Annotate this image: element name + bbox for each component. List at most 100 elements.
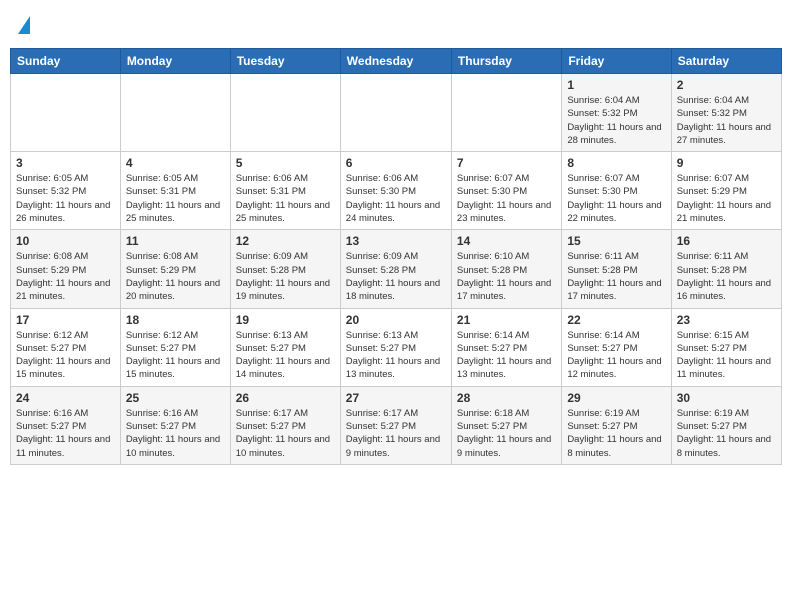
day-number: 21	[457, 313, 556, 327]
day-info: Sunrise: 6:19 AMSunset: 5:27 PMDaylight:…	[677, 407, 776, 460]
day-number: 17	[16, 313, 115, 327]
calendar-cell: 1 Sunrise: 6:04 AMSunset: 5:32 PMDaylight…	[562, 74, 671, 152]
day-number: 24	[16, 391, 115, 405]
day-number: 1	[567, 78, 665, 92]
calendar-cell: 29Sunrise: 6:19 AMSunset: 5:27 PMDayligh…	[562, 386, 671, 464]
day-number: 2	[677, 78, 776, 92]
day-info: Sunrise: 6:04 AMSunset: 5:32 PMDaylight:…	[567, 94, 665, 147]
calendar-week-row: 24 Sunrise: 6:16 AMSunset: 5:27 PMDayligh…	[11, 386, 782, 464]
calendar-cell: 13Sunrise: 6:09 AMSunset: 5:28 PMDayligh…	[340, 230, 451, 308]
weekday-header: Monday	[120, 49, 230, 74]
calendar-cell: 5 Sunrise: 6:06 AMSunset: 5:31 PMDaylight…	[230, 152, 340, 230]
day-number: 20	[346, 313, 446, 327]
day-info: Sunrise: 6:13 AMSunset: 5:27 PMDaylight:…	[346, 329, 446, 382]
day-number: 4	[126, 156, 225, 170]
calendar-cell: 22 Sunrise: 6:14 AMSunset: 5:27 PMDayligh…	[562, 308, 671, 386]
calendar-cell	[230, 74, 340, 152]
day-info: Sunrise: 6:12 AMSunset: 5:27 PMDaylight:…	[126, 329, 225, 382]
day-info: Sunrise: 6:18 AMSunset: 5:27 PMDaylight:…	[457, 407, 556, 460]
weekday-header: Sunday	[11, 49, 121, 74]
day-info: Sunrise: 6:11 AMSunset: 5:28 PMDaylight:…	[567, 250, 665, 303]
day-number: 10	[16, 234, 115, 248]
day-info: Sunrise: 6:04 AMSunset: 5:32 PMDaylight:…	[677, 94, 776, 147]
day-info: Sunrise: 6:08 AMSunset: 5:29 PMDaylight:…	[126, 250, 225, 303]
calendar-cell: 17 Sunrise: 6:12 AMSunset: 5:27 PMDayligh…	[11, 308, 121, 386]
calendar-cell: 16 Sunrise: 6:11 AMSunset: 5:28 PMDayligh…	[671, 230, 781, 308]
logo	[18, 16, 30, 36]
day-info: Sunrise: 6:16 AMSunset: 5:27 PMDaylight:…	[126, 407, 225, 460]
day-info: Sunrise: 6:17 AMSunset: 5:27 PMDaylight:…	[236, 407, 335, 460]
day-number: 11	[126, 234, 225, 248]
calendar-cell: 11 Sunrise: 6:08 AMSunset: 5:29 PMDayligh…	[120, 230, 230, 308]
day-number: 14	[457, 234, 556, 248]
day-info: Sunrise: 6:14 AMSunset: 5:27 PMDaylight:…	[457, 329, 556, 382]
day-number: 25	[126, 391, 225, 405]
day-number: 27	[346, 391, 446, 405]
calendar-cell: 2 Sunrise: 6:04 AMSunset: 5:32 PMDaylight…	[671, 74, 781, 152]
day-number: 15	[567, 234, 665, 248]
day-number: 30	[677, 391, 776, 405]
weekday-header: Friday	[562, 49, 671, 74]
day-info: Sunrise: 6:14 AMSunset: 5:27 PMDaylight:…	[567, 329, 665, 382]
calendar-cell: 19 Sunrise: 6:13 AMSunset: 5:27 PMDayligh…	[230, 308, 340, 386]
calendar-week-row: 17 Sunrise: 6:12 AMSunset: 5:27 PMDayligh…	[11, 308, 782, 386]
calendar-cell: 8 Sunrise: 6:07 AMSunset: 5:30 PMDaylight…	[562, 152, 671, 230]
weekday-header: Tuesday	[230, 49, 340, 74]
day-number: 13	[346, 234, 446, 248]
day-info: Sunrise: 6:13 AMSunset: 5:27 PMDaylight:…	[236, 329, 335, 382]
calendar-cell: 18 Sunrise: 6:12 AMSunset: 5:27 PMDayligh…	[120, 308, 230, 386]
calendar-week-row: 1 Sunrise: 6:04 AMSunset: 5:32 PMDaylight…	[11, 74, 782, 152]
calendar-cell: 3 Sunrise: 6:05 AMSunset: 5:32 PMDaylight…	[11, 152, 121, 230]
page-header	[10, 10, 782, 42]
day-number: 22	[567, 313, 665, 327]
calendar-cell: 21 Sunrise: 6:14 AMSunset: 5:27 PMDayligh…	[451, 308, 561, 386]
day-number: 6	[346, 156, 446, 170]
logo-triangle-icon	[18, 16, 30, 34]
calendar-cell: 6 Sunrise: 6:06 AMSunset: 5:30 PMDaylight…	[340, 152, 451, 230]
calendar-cell: 28 Sunrise: 6:18 AMSunset: 5:27 PMDayligh…	[451, 386, 561, 464]
calendar-cell: 25 Sunrise: 6:16 AMSunset: 5:27 PMDayligh…	[120, 386, 230, 464]
day-number: 9	[677, 156, 776, 170]
calendar-cell: 10Sunrise: 6:08 AMSunset: 5:29 PMDayligh…	[11, 230, 121, 308]
calendar-cell: 9Sunrise: 6:07 AMSunset: 5:29 PMDaylight…	[671, 152, 781, 230]
day-info: Sunrise: 6:07 AMSunset: 5:30 PMDaylight:…	[457, 172, 556, 225]
weekday-header: Thursday	[451, 49, 561, 74]
calendar-cell: 30 Sunrise: 6:19 AMSunset: 5:27 PMDayligh…	[671, 386, 781, 464]
day-number: 3	[16, 156, 115, 170]
day-info: Sunrise: 6:15 AMSunset: 5:27 PMDaylight:…	[677, 329, 776, 382]
day-number: 7	[457, 156, 556, 170]
day-info: Sunrise: 6:06 AMSunset: 5:30 PMDaylight:…	[346, 172, 446, 225]
calendar-cell: 12 Sunrise: 6:09 AMSunset: 5:28 PMDayligh…	[230, 230, 340, 308]
calendar-week-row: 10 Sunrise: 6:08 AMSunset: 5:29 PMDayligh…	[11, 230, 782, 308]
day-info: Sunrise: 6:09 AMSunset: 5:28 PMDaylight:…	[236, 250, 335, 303]
day-info: Sunrise: 6:12 AMSunset: 5:27 PMDaylight:…	[16, 329, 115, 382]
calendar-cell: 4 Sunrise: 6:05 AMSunset: 5:31 PMDaylight…	[120, 152, 230, 230]
day-number: 19	[236, 313, 335, 327]
calendar-week-row: 3 Sunrise: 6:05 AMSunset: 5:32 PMDaylight…	[11, 152, 782, 230]
day-number: 8	[567, 156, 665, 170]
day-info: Sunrise: 6:19 AMSunset: 5:27 PMDaylight:…	[567, 407, 665, 460]
day-number: 16	[677, 234, 776, 248]
calendar-cell	[11, 74, 121, 152]
day-number: 28	[457, 391, 556, 405]
day-info: Sunrise: 6:17 AMSunset: 5:27 PMDaylight:…	[346, 407, 446, 460]
calendar-cell: 14Sunrise: 6:10 AMSunset: 5:28 PMDayligh…	[451, 230, 561, 308]
calendar-cell: 24 Sunrise: 6:16 AMSunset: 5:27 PMDayligh…	[11, 386, 121, 464]
day-info: Sunrise: 6:06 AMSunset: 5:31 PMDaylight:…	[236, 172, 335, 225]
day-info: Sunrise: 6:07 AMSunset: 5:30 PMDaylight:…	[567, 172, 665, 225]
calendar-cell	[120, 74, 230, 152]
day-info: Sunrise: 6:16 AMSunset: 5:27 PMDaylight:…	[16, 407, 115, 460]
calendar-cell	[451, 74, 561, 152]
calendar-cell: 20 Sunrise: 6:13 AMSunset: 5:27 PMDayligh…	[340, 308, 451, 386]
day-info: Sunrise: 6:11 AMSunset: 5:28 PMDaylight:…	[677, 250, 776, 303]
day-number: 12	[236, 234, 335, 248]
calendar-cell: 15 Sunrise: 6:11 AMSunset: 5:28 PMDayligh…	[562, 230, 671, 308]
day-info: Sunrise: 6:05 AMSunset: 5:31 PMDaylight:…	[126, 172, 225, 225]
calendar-header-row: SundayMondayTuesdayWednesdayThursdayFrid…	[11, 49, 782, 74]
day-number: 5	[236, 156, 335, 170]
calendar-cell: 7 Sunrise: 6:07 AMSunset: 5:30 PMDaylight…	[451, 152, 561, 230]
day-number: 26	[236, 391, 335, 405]
calendar-table: SundayMondayTuesdayWednesdayThursdayFrid…	[10, 48, 782, 465]
day-info: Sunrise: 6:05 AMSunset: 5:32 PMDaylight:…	[16, 172, 115, 225]
day-number: 18	[126, 313, 225, 327]
